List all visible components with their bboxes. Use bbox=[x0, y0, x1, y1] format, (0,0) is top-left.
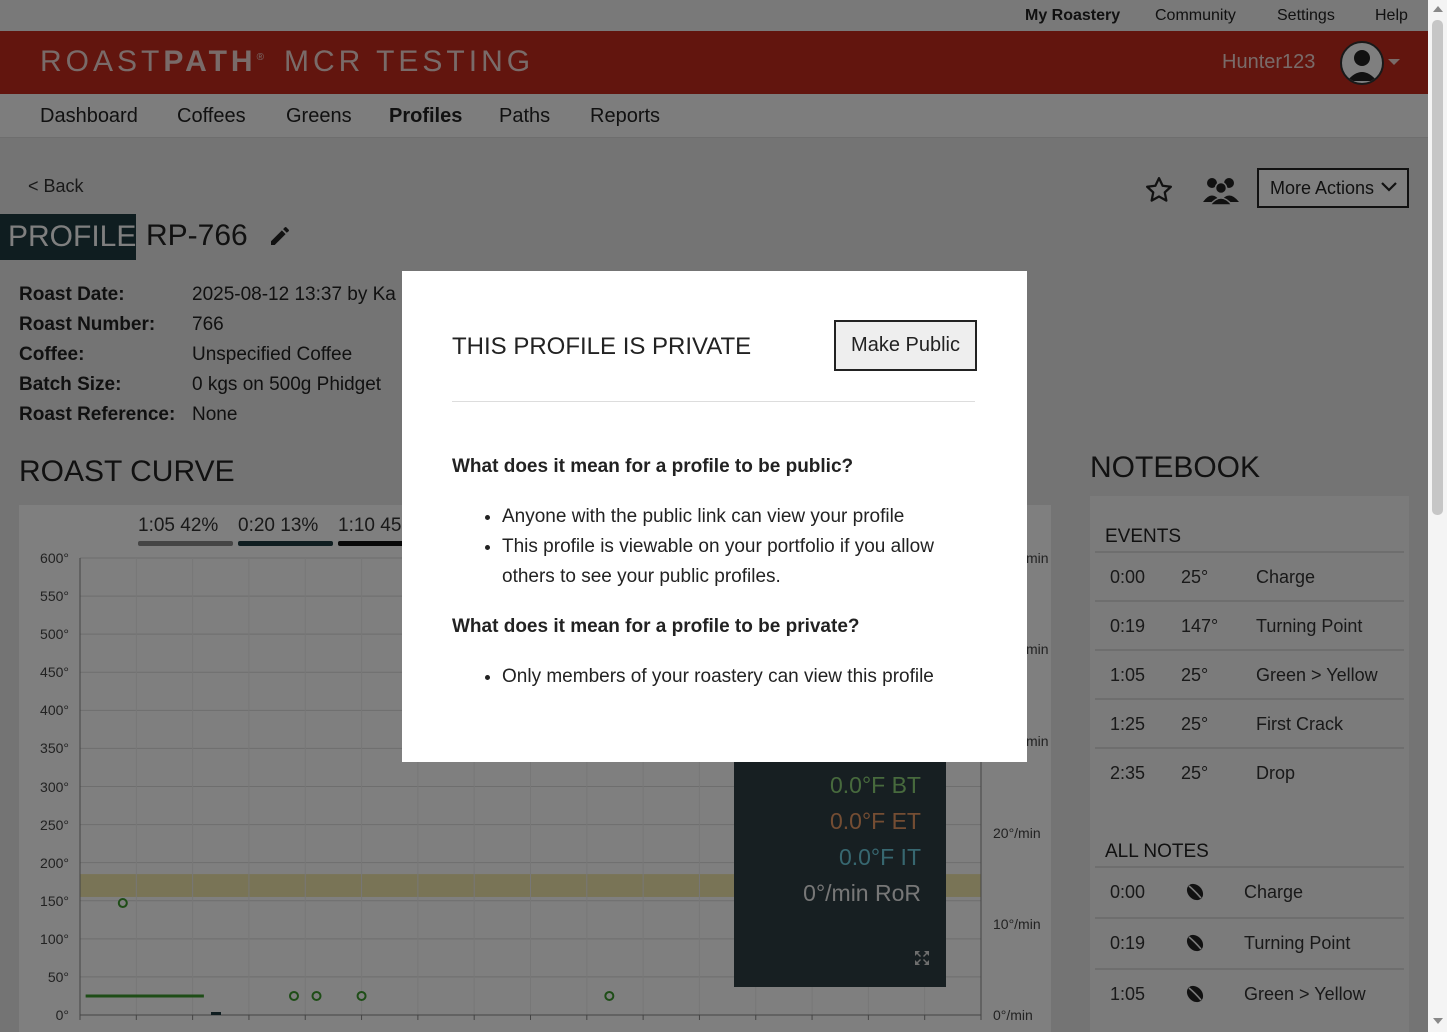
privacy-modal: THIS PROFILE IS PRIVATE Make Public What… bbox=[402, 271, 1027, 762]
scroll-down-arrow-icon[interactable] bbox=[1433, 1018, 1443, 1024]
modal-divider bbox=[452, 401, 975, 402]
public-question: What does it mean for a profile to be pu… bbox=[452, 456, 854, 477]
public-points-list: Anyone with the public link can view you… bbox=[502, 502, 982, 592]
private-point: Only members of your roastery can view t… bbox=[502, 662, 982, 692]
page-scrollbar[interactable] bbox=[1428, 0, 1447, 1032]
modal-title: THIS PROFILE IS PRIVATE bbox=[452, 333, 752, 360]
private-points-list: Only members of your roastery can view t… bbox=[502, 662, 982, 692]
private-question: What does it mean for a profile to be pr… bbox=[452, 616, 860, 637]
public-point: This profile is viewable on your portfol… bbox=[502, 532, 982, 592]
scrollbar-thumb[interactable] bbox=[1432, 20, 1443, 515]
scroll-up-arrow-icon[interactable] bbox=[1433, 6, 1443, 12]
public-point: Anyone with the public link can view you… bbox=[502, 502, 982, 532]
make-public-button[interactable]: Make Public bbox=[834, 320, 977, 371]
